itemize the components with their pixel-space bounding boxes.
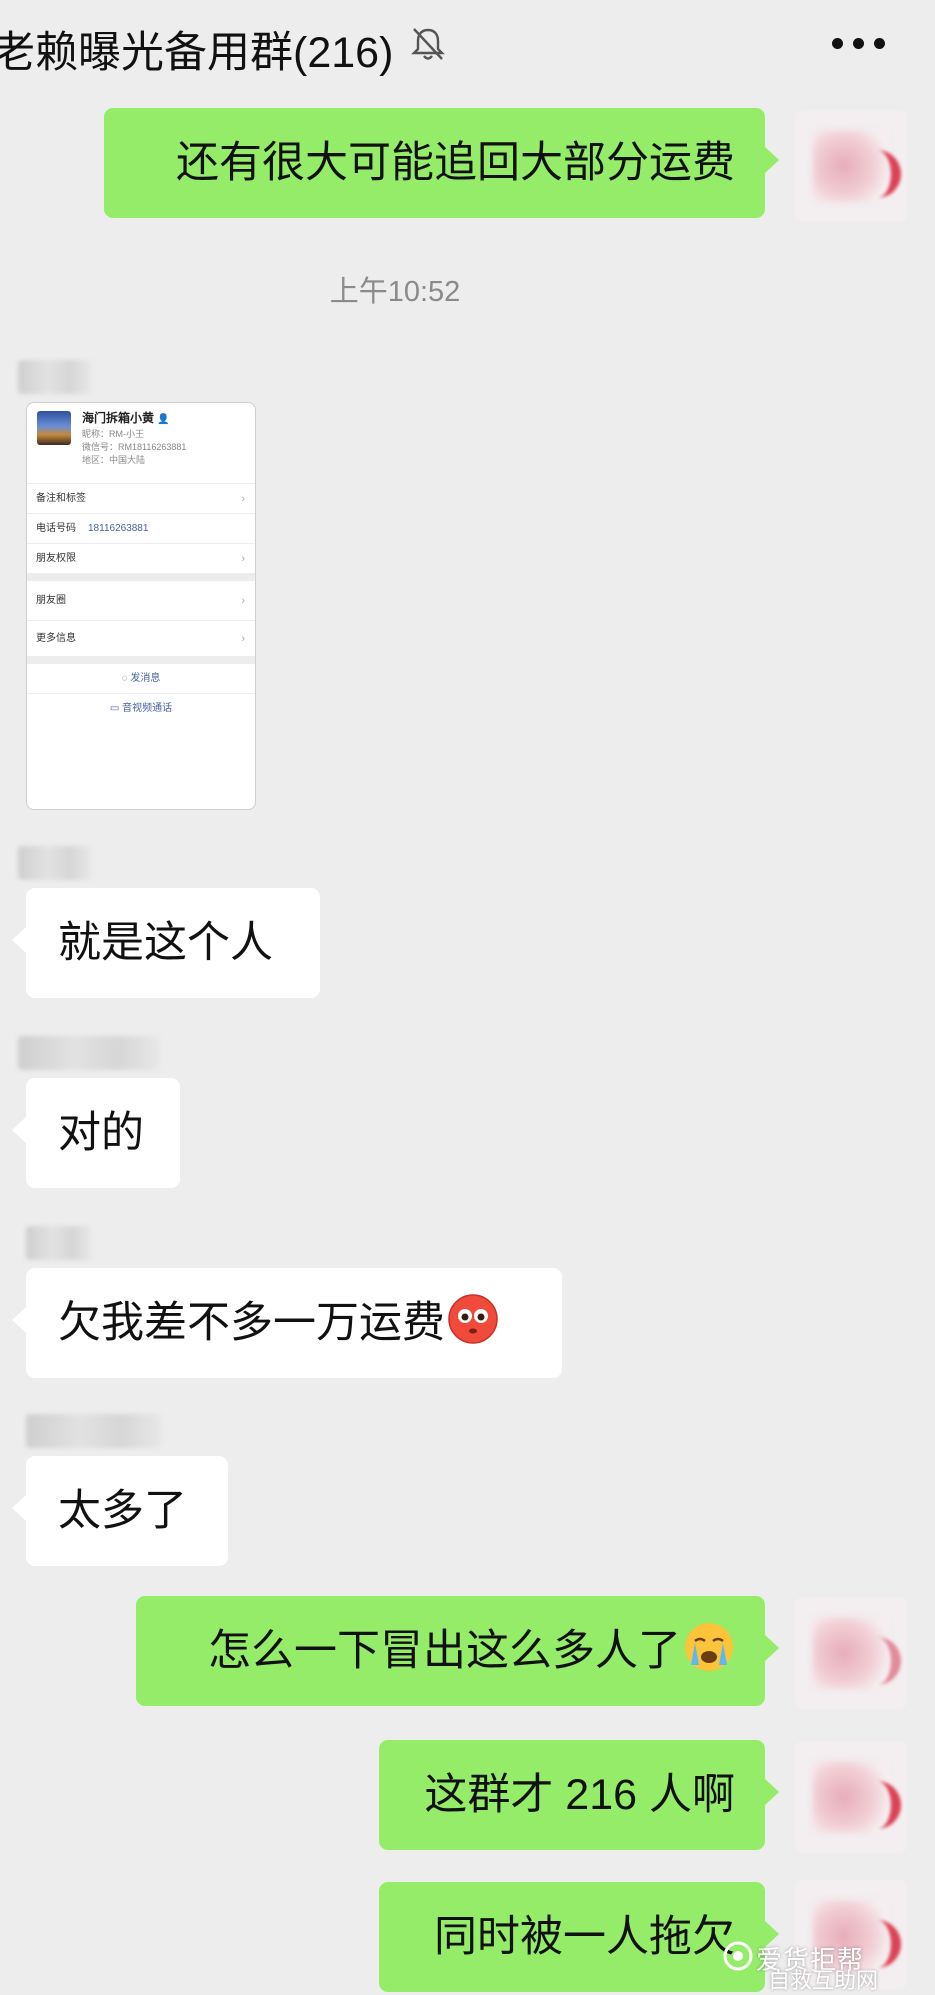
person-icon: 👤 <box>157 414 170 425</box>
send-message-action: ◌ 发消息 <box>27 663 255 694</box>
message-bubble-sent[interactable]: 怎么一下冒出这么多人了 <box>136 1596 779 1706</box>
message-bubble-received[interactable]: 太多了 <box>12 1456 228 1566</box>
message-bubble-received[interactable]: 对的 <box>12 1078 180 1188</box>
message-text: 还有很大可能追回大部分运费 <box>176 139 735 187</box>
message-text: 同时被一人拖欠 <box>434 1913 735 1961</box>
sender-name-blurred <box>26 1226 92 1260</box>
message-text: 太多了 <box>58 1487 187 1535</box>
message-text: 对的 <box>58 1109 144 1157</box>
message-text: 这群才 216 人啊 <box>424 1771 735 1819</box>
chevron-right-icon: › <box>241 493 245 505</box>
profile-nickname: 昵称：RM-小王 <box>82 429 144 439</box>
row-remark: 备注和标签 › <box>27 483 255 513</box>
message-bubble-sent[interactable]: 这群才 216 人啊 <box>379 1740 779 1850</box>
chevron-right-icon: › <box>241 553 245 565</box>
message-text: 欠我差不多一万运费 <box>58 1299 445 1347</box>
chat-header: 老赖曝光备用群(216) <box>0 0 935 92</box>
profile-name: 海门拆箱小黄 <box>82 411 155 425</box>
message-text: 就是这个人 <box>58 919 273 967</box>
row-friend-permission: 朋友权限 › <box>27 543 255 573</box>
profile-avatar-image <box>37 411 71 445</box>
bell-off-icon <box>411 28 445 60</box>
profile-wechat-id: 微信号：RM18116263881 <box>82 442 187 452</box>
chevron-right-icon: › <box>241 633 245 645</box>
watermark-subtext: 自救互助网 <box>768 1968 879 1993</box>
avatar[interactable] <box>795 1597 907 1709</box>
chat-title: 老赖曝光备用群(216) <box>0 29 394 77</box>
video-call-action: ▭ 音视频通话 <box>27 693 255 724</box>
row-phone: 电话号码 18116263881 <box>27 513 255 543</box>
sender-name-blurred <box>18 1036 160 1070</box>
crying-face-icon <box>685 1623 733 1671</box>
message-text: 怎么一下冒出这么多人了 <box>208 1627 681 1675</box>
row-more-info: 更多信息 › <box>27 620 255 656</box>
message-timestamp: 上午10:52 <box>329 276 461 308</box>
avatar[interactable] <box>795 110 907 222</box>
avatar[interactable] <box>795 1741 907 1853</box>
row-moments: 朋友圈 › <box>27 580 255 620</box>
message-bubble-received[interactable]: 就是这个人 <box>12 888 320 998</box>
wechat-official-account-icon <box>723 1941 753 1971</box>
video-icon: ▭ <box>109 703 123 714</box>
sender-name-blurred <box>18 360 92 394</box>
flushed-face-icon <box>448 1294 498 1344</box>
sender-name-blurred <box>26 1414 162 1448</box>
profile-region: 地区：中国大陆 <box>82 455 146 465</box>
message-bubble-sent[interactable]: 还有很大可能追回大部分运费 <box>104 108 779 218</box>
message-bubble-sent[interactable]: 同时被一人拖欠 <box>379 1882 779 1992</box>
more-dots-icon[interactable] <box>832 38 888 52</box>
sender-name-blurred <box>18 846 92 880</box>
message-bubble-received[interactable]: 欠我差不多一万运费 <box>12 1268 562 1378</box>
image-message-profile-card[interactable]: 海门拆箱小黄 👤 昵称：RM-小王 微信号：RM18116263881 地区：中国… <box>26 402 256 810</box>
chevron-right-icon: › <box>241 595 245 607</box>
